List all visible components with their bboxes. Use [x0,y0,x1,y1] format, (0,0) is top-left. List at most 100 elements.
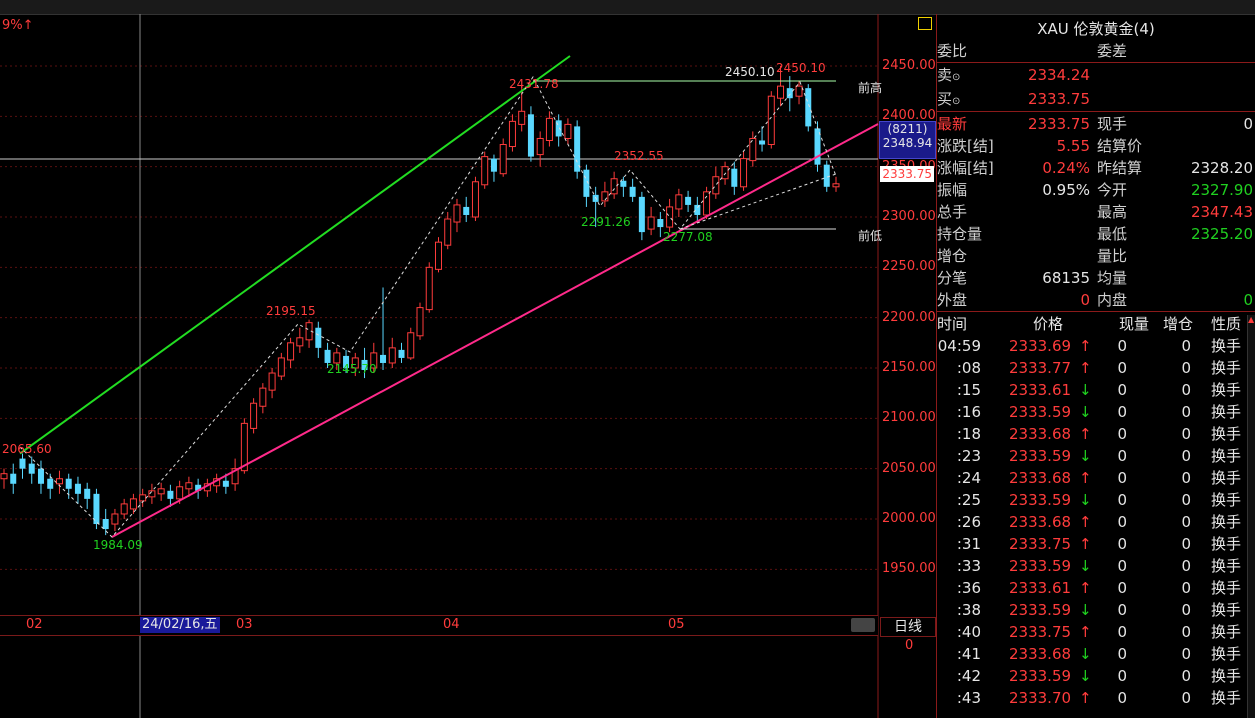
tick-row: :16 2333.59 ↓ 0 0 换手 [937,401,1247,423]
tick-nature: 换手 [1211,359,1242,377]
period-button[interactable]: 日线 [880,617,936,637]
tick-row: 04:59 2333.69 ↑ 0 0 换手 [937,335,1247,357]
candle-body-up [139,494,147,502]
tick-price: 2333.68 [1009,645,1072,663]
tick-volume: 0 [1117,667,1127,685]
candle-body-down [685,196,692,205]
quote-row: 振幅 0.95% 今开 2327.90 [937,179,1255,201]
y-axis: 2450.002400.002350.002300.002250.002200.… [878,14,936,614]
quote-label: 总手 [937,203,968,221]
scroll-up-icon[interactable]: ▲ [1248,315,1255,325]
label-low-1: 2291.26 [581,215,631,229]
tick-nature: 换手 [1211,403,1242,421]
tick-nature: 换手 [1211,667,1242,685]
tick-volume: 0 [1117,491,1127,509]
scroll-handle[interactable] [851,618,875,632]
tick-direction: ↓ [1079,645,1092,663]
quote-label: 持仓量 [937,225,983,243]
instrument-title: XAU 伦敦黄金(4) [1037,20,1155,38]
tick-price: 2333.59 [1009,447,1072,465]
candle-body-up [0,473,8,480]
candle-body-up [444,218,452,246]
tick-oi-change: 0 [1181,645,1191,663]
candle-body-down [490,158,497,172]
tick-oi-change: 0 [1181,447,1191,465]
label-high-2: 2450.10 [776,61,826,75]
sell-price: 2334.24 [1027,66,1090,84]
highlight-count: (8211) [887,122,928,136]
tick-time: :15 [956,381,981,399]
quote-label-2: 昨结算 [1097,159,1143,177]
tick-direction: ↑ [1079,689,1092,707]
tick-time: 04:59 [937,337,981,355]
candle-body-down [657,219,664,228]
candle-body-down [620,180,627,187]
quote-row: 外盘 0 内盘 0 [937,289,1255,311]
label-mid: 2352.55 [614,149,664,163]
tick-nature: 换手 [1211,557,1242,575]
y-tick-label: 2100.00 [882,410,936,426]
candle-body-down [805,88,812,127]
x-tick-label: 05 [668,617,685,632]
candle-body-up [268,372,276,391]
tick-oi-change: 0 [1181,623,1191,641]
tick-direction: ↑ [1079,337,1092,355]
tick-row: :24 2333.68 ↑ 0 0 换手 [937,467,1247,489]
quote-value-2: 2325.20 [1190,225,1253,243]
candle-body-up [712,176,720,195]
candle-body-up [111,513,119,525]
tick-time: :24 [956,469,981,487]
candle-body-down [638,196,645,233]
tick-direction: ↓ [1079,601,1092,619]
tick-volume: 0 [1117,403,1127,421]
tick-price: 2333.77 [1009,359,1072,377]
tick-direction: ↑ [1079,513,1092,531]
tick-row: :36 2333.61 ↑ 0 0 换手 [937,577,1247,599]
tick-nature: 换手 [1211,535,1242,553]
candle-body-up [129,498,137,510]
tick-price: 2333.75 [1009,535,1072,553]
tick-price: 2333.75 [1009,623,1072,641]
candle-body-down [65,478,72,489]
candle-body-down [324,349,331,363]
tick-price: 2333.59 [1009,667,1072,685]
quote-label-2: 内盘 [1097,291,1128,309]
candle-body-down [222,480,229,487]
panel-scrollbar[interactable]: ▲ [1247,315,1255,718]
y-tick-label: 1950.00 [882,561,936,577]
tick-direction: ↓ [1079,557,1092,575]
candle-body-down [37,468,44,484]
tick-oi-change: 0 [1181,337,1191,355]
candlestick-chart[interactable]: 2450.10 2450.10 2431.78 2352.55 2291.26 2277.… [0,0,936,718]
candle-body-down [380,354,387,363]
tick-row: :23 2333.59 ↓ 0 0 换手 [937,445,1247,467]
quote-value: 0 [1080,291,1090,309]
candle-body-up [777,85,785,99]
candle-body-up [610,178,618,195]
tick-row: :25 2333.59 ↓ 0 0 换手 [937,489,1247,511]
panel-toggle-icon[interactable] [918,17,932,30]
tick-volume: 0 [1117,623,1127,641]
candle-body-up [508,120,516,148]
candle-body-down [315,327,322,348]
candle-body-down [167,490,174,499]
candle-body-up [250,402,258,429]
tick-volume: 0 [1117,447,1127,465]
y-tick-label: 2050.00 [882,460,936,476]
tick-volume: 0 [1117,557,1127,575]
tick-time: :40 [956,623,981,641]
tick-time: :41 [956,645,981,663]
tick-oi-change: 0 [1181,557,1191,575]
candle-body-up [536,137,544,156]
candle-body-up [120,503,128,515]
candle-body-up [740,158,748,188]
tick-row: :08 2333.77 ↑ 0 0 换手 [937,357,1247,379]
highlight-price: 2348.94 [882,136,933,150]
tick-nature: 换手 [1211,447,1242,465]
tick-direction: ↑ [1079,535,1092,553]
candle-body-up [499,144,507,175]
y-tick-label: 2450.00 [882,58,936,73]
candle-body-down [47,478,54,489]
x-axis-bar [0,615,878,636]
candle-body-up [545,117,553,141]
